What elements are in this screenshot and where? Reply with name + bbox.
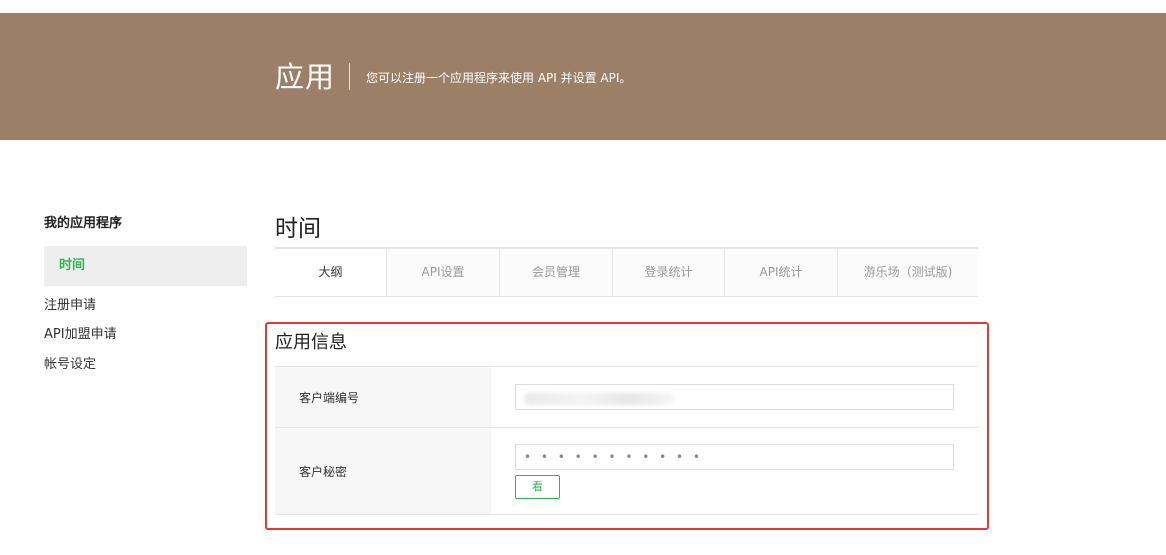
sidebar-item-active[interactable]: 时间 bbox=[44, 246, 247, 286]
client-id-label: 客户端编号 bbox=[275, 367, 491, 427]
banner-divider bbox=[349, 63, 350, 90]
client-id-field[interactable] bbox=[515, 384, 954, 410]
tab-overview[interactable]: 大纲 bbox=[275, 249, 387, 296]
client-id-redacted bbox=[524, 393, 674, 405]
banner-title: 应用 bbox=[275, 60, 336, 94]
sidebar-item-register[interactable]: 注册申请 bbox=[44, 296, 96, 316]
client-secret-field[interactable]: • • • • • • • • • • • bbox=[515, 444, 954, 470]
page-banner: 应用 您可以注册一个应用程序来使用 API 并设置 API。 bbox=[0, 13, 1166, 140]
sidebar-item-api-join[interactable]: API加盟申请 bbox=[44, 325, 117, 345]
page-title: 时间 bbox=[275, 216, 321, 242]
tab-playground[interactable]: 游乐场（测试版) bbox=[838, 249, 978, 296]
sidebar-item-account-settings[interactable]: 帐号设定 bbox=[44, 355, 96, 375]
client-secret-label: 客户秘密 bbox=[275, 428, 491, 514]
client-id-cell bbox=[491, 367, 978, 427]
tab-bar: 大纲 API设置 会员管理 登录统计 API统计 游乐场（测试版) bbox=[275, 247, 978, 297]
client-secret-value: • • • • • • • • • • • bbox=[524, 450, 704, 464]
tab-member-management[interactable]: 会员管理 bbox=[500, 249, 613, 296]
show-secret-button[interactable]: 看 bbox=[515, 475, 560, 499]
app-info-table: 客户端编号 客户秘密 • • • • • • • • • • • 看 bbox=[275, 366, 978, 515]
client-secret-row: 客户秘密 • • • • • • • • • • • 看 bbox=[275, 428, 978, 515]
client-secret-cell: • • • • • • • • • • • 看 bbox=[491, 428, 978, 514]
sidebar-active-label: 时间 bbox=[59, 258, 86, 273]
sidebar-heading: 我的应用程序 bbox=[44, 216, 123, 231]
app-info-title: 应用信息 bbox=[275, 332, 347, 353]
banner-description: 您可以注册一个应用程序来使用 API 并设置 API。 bbox=[366, 71, 632, 85]
tab-api-stats[interactable]: API统计 bbox=[725, 249, 838, 296]
client-id-row: 客户端编号 bbox=[275, 367, 978, 428]
tab-api-settings[interactable]: API设置 bbox=[387, 249, 500, 296]
tab-login-stats[interactable]: 登录统计 bbox=[613, 249, 725, 296]
